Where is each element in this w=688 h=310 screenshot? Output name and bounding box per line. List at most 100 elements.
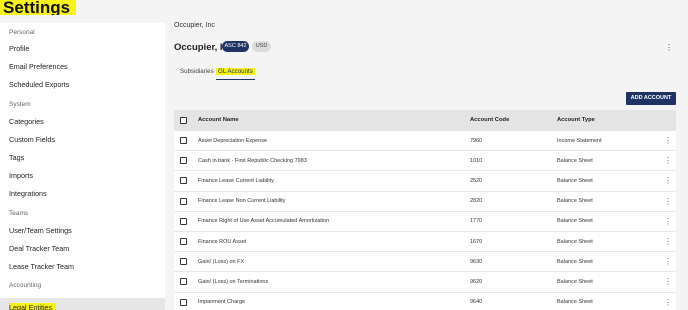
sidebar-item-label: Lease Tracker Team (9, 262, 74, 272)
row-checkbox[interactable] (180, 278, 187, 286)
account-type-cell: Balance Sheet (557, 218, 593, 225)
sidebar-item-custom-fields[interactable]: Custom Fields (0, 134, 165, 146)
sidebar-item-label: Legal Entities (9, 303, 56, 310)
row-checkbox-cell (180, 252, 187, 271)
account-code-cell: 9640 (470, 299, 483, 306)
sidebar-item-user-team-settings[interactable]: User/Team Settings (0, 225, 165, 237)
sidebar-item-label: Email Preferences (9, 62, 68, 72)
account-name-cell: Asset Depreciation Expense (198, 137, 268, 144)
select-all-checkbox[interactable] (180, 116, 187, 124)
sidebar-section-teams: Teams (9, 210, 29, 217)
table-body: Asset Depreciation Expense 7960 Income Sta… (174, 131, 676, 310)
row-more-vert-icon[interactable]: ⋮ (664, 212, 672, 231)
account-code-cell: 2820 (470, 198, 483, 205)
sidebar-item-label: Categories (9, 117, 44, 126)
table-row[interactable]: Finance Lease Non Current Liability 2820 B… (174, 191, 676, 212)
account-type-cell: Balance Sheet (557, 278, 593, 285)
table-row[interactable]: Asset Depreciation Expense 7960 Income Sta… (174, 131, 676, 152)
sidebar-item-scheduled-exports[interactable]: Scheduled Exports (0, 79, 165, 91)
row-more-vert-icon[interactable]: ⋮ (664, 232, 672, 251)
row-checkbox[interactable] (180, 177, 187, 185)
sidebar-item-label: Imports (9, 171, 33, 181)
row-more-vert-icon[interactable]: ⋮ (664, 293, 672, 310)
account-type-cell: Balance Sheet (557, 258, 593, 265)
main-panel: Occupier, Inc Occupier, Inc ASC 842 USD … (165, 15, 688, 310)
account-code-cell: 2520 (470, 177, 483, 184)
row-checkbox[interactable] (180, 298, 187, 306)
sidebar-section-system: System (9, 101, 31, 108)
row-checkbox[interactable] (180, 258, 187, 266)
row-more-vert-icon[interactable]: ⋮ (664, 252, 672, 271)
column-header-account-name[interactable]: Account Name (198, 110, 239, 130)
row-checkbox[interactable] (180, 137, 187, 145)
sidebar-item-label: Tags (9, 153, 25, 163)
sidebar-item-label: Integrations (9, 189, 47, 199)
row-more-vert-icon[interactable]: ⋮ (664, 192, 672, 211)
tab-gl-accounts-label: GL Accounts (216, 68, 255, 75)
sidebar-item-profile[interactable]: Profile (0, 43, 165, 55)
account-code-cell: 7960 (470, 137, 483, 144)
tab-subsidiaries[interactable]: Subsidiaries (180, 66, 214, 80)
table-row[interactable]: Cash in bank - First Republic Checking 7… (174, 151, 676, 172)
account-code-cell: 9620 (470, 278, 483, 285)
table-row[interactable]: Gain/ (Loss) on FX 9630 Balance Sheet ⋮ (174, 252, 676, 273)
row-checkbox[interactable] (180, 197, 187, 205)
currency-chip: USD (252, 41, 271, 52)
row-checkbox[interactable] (180, 238, 187, 246)
select-all-checkbox-cell (180, 110, 187, 130)
sidebar-item-deal-tracker-team[interactable]: Deal Tracker Team (0, 243, 165, 255)
table-row[interactable]: Gain/ (Loss) on Terminations 9620 Balance … (174, 272, 676, 293)
account-type-cell: Income Statement (557, 137, 602, 144)
column-header-account-type[interactable]: Account Type (557, 110, 595, 130)
row-checkbox-cell (180, 293, 187, 310)
account-name-cell: Finance ROU Asset (198, 238, 247, 245)
sidebar-item-tags[interactable]: Tags (0, 152, 165, 164)
account-code-cell: 1670 (470, 238, 483, 245)
row-checkbox-cell (180, 212, 187, 231)
sidebar-item-label: User/Team Settings (9, 226, 72, 235)
sidebar-item-label: Profile (9, 44, 30, 53)
more-vert-icon[interactable]: ⋮ (665, 43, 673, 52)
sidebar-item-integrations[interactable]: Integrations (0, 188, 165, 200)
table-row[interactable]: Finance ROU Asset 1670 Balance Sheet ⋮ (174, 231, 676, 253)
row-more-vert-icon[interactable]: ⋮ (664, 171, 672, 190)
account-type-cell: Balance Sheet (557, 157, 593, 164)
tab-gl-accounts[interactable]: GL Accounts (216, 66, 255, 80)
sidebar-item-legal-entities[interactable]: Legal Entities (0, 298, 165, 310)
sidebar-item-lease-tracker-team[interactable]: Lease Tracker Team (0, 261, 165, 273)
page-title-text: Settings (3, 0, 71, 15)
account-name-cell: Finance Lease Non Current Liability (198, 198, 286, 205)
sidebar-section-personal: Personal (9, 29, 35, 36)
account-name-cell: Finance Right of Use Asset Accumulated A… (198, 218, 330, 225)
sidebar-section-accounting: Accounting (9, 282, 42, 289)
column-header-account-code[interactable]: Account Code (470, 110, 509, 130)
row-checkbox[interactable] (180, 157, 187, 165)
account-name-cell: Cash in bank - First Republic Checking 7… (198, 157, 307, 164)
row-more-vert-icon[interactable]: ⋮ (664, 131, 672, 150)
row-checkbox-cell (180, 232, 187, 251)
sidebar-item-label: Custom Fields (9, 135, 55, 145)
account-code-cell: 9630 (470, 258, 483, 265)
table-row[interactable]: Finance Lease Current Liability 2520 Balan… (174, 171, 676, 192)
account-type-cell: Balance Sheet (557, 198, 593, 205)
row-more-vert-icon[interactable]: ⋮ (664, 151, 672, 170)
sidebar-item-categories[interactable]: Categories (0, 116, 165, 128)
table-row[interactable]: Finance Right of Use Asset Accumulated A… (174, 211, 676, 232)
row-checkbox[interactable] (180, 217, 187, 225)
row-more-vert-icon[interactable]: ⋮ (664, 272, 672, 291)
add-account-button[interactable]: ADD ACCOUNT (626, 92, 676, 105)
account-name-cell: Gain/ (Loss) on FX (198, 258, 245, 265)
standard-chip: ASC 842 (222, 41, 249, 52)
account-code-cell: 1770 (470, 218, 483, 225)
account-name-cell: Gain/ (Loss) on Terminations (198, 278, 269, 285)
sidebar-item-email-preferences[interactable]: Email Preferences (0, 61, 165, 73)
row-checkbox-cell (180, 192, 187, 211)
row-checkbox-cell (180, 131, 187, 150)
account-name-cell: Impairment Charge (198, 299, 246, 306)
sidebar-item-imports[interactable]: Imports (0, 170, 165, 182)
table-row[interactable]: Impairment Charge 9640 Balance Sheet ⋮ (174, 292, 676, 310)
sidebar-item-label: Deal Tracker Team (9, 244, 70, 254)
row-checkbox-cell (180, 171, 187, 190)
account-type-cell: Balance Sheet (557, 177, 593, 184)
page-title: Settings (0, 0, 77, 15)
